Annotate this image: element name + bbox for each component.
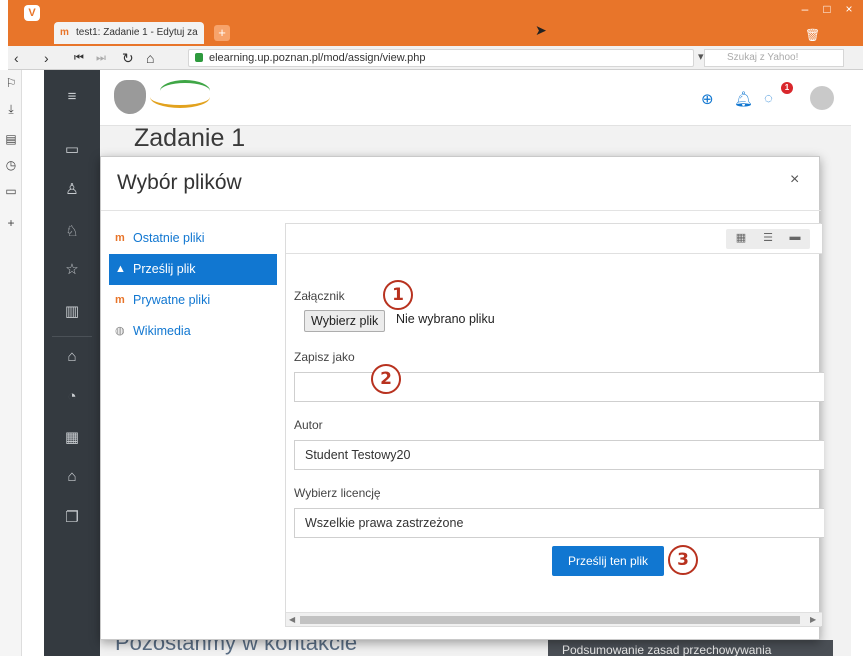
panel-gap: [22, 70, 44, 656]
search-placeholder: Szukaj z Yahoo!: [727, 52, 799, 63]
logo-swoosh-green: [160, 80, 210, 102]
moodle-icon: m: [115, 232, 125, 244]
close-window-button[interactable]: ×: [834, 0, 863, 20]
graduation-cap-icon[interactable]: ⌂: [44, 468, 100, 485]
repo-item-label: Wikimedia: [133, 324, 191, 338]
moodle-icon: m: [115, 294, 125, 306]
new-tab-button[interactable]: +: [214, 25, 230, 41]
bookmarks-panel-icon[interactable]: ⚐: [4, 76, 18, 90]
users-icon[interactable]: ♙: [44, 180, 100, 198]
add-panel-icon[interactable]: +: [4, 216, 18, 230]
history-panel-icon[interactable]: ◷: [4, 158, 18, 172]
moodle-favicon-icon: m: [60, 27, 69, 38]
rewind-icon[interactable]: ⏮: [74, 49, 84, 67]
reload-icon[interactable]: ↻: [122, 49, 134, 67]
notes-panel-icon[interactable]: ▤: [4, 132, 18, 146]
author-label: Autor: [294, 418, 323, 432]
choose-file-button[interactable]: Wybierz plik: [304, 310, 386, 332]
files-icon[interactable]: ❐: [44, 508, 100, 526]
close-dialog-button[interactable]: ×: [790, 171, 799, 189]
back-icon[interactable]: ‹: [14, 49, 19, 67]
license-select[interactable]: Wszelkie prawa zastrzeżone: [294, 508, 824, 538]
browser-titlebar: V m test1: Zadanie 1 - Edytuj za + ➤ 🗑 –…: [8, 0, 863, 46]
repo-item-upload-file[interactable]: ▲ Prześlij plik: [109, 254, 277, 285]
chat-icon[interactable]: ◌: [764, 90, 773, 107]
file-picker-dialog: Wybór plików × m Ostatnie pliki ▲ Prześl…: [100, 156, 824, 640]
moodle-sidebar: ≡ ▭ ♙ ♘ ☆ ▥ ⌂ ◔ ▦ ⌂ ❐: [44, 70, 100, 656]
author-input[interactable]: Student Testowy20: [294, 440, 824, 470]
hamburger-menu-icon[interactable]: ≡: [44, 88, 100, 105]
forward-icon[interactable]: ›: [44, 49, 49, 67]
attachment-label: Załącznik: [294, 289, 345, 303]
tab-title: test1: Zadanie 1 - Edytuj za: [76, 27, 198, 38]
annotation-badge-1: 1: [383, 280, 413, 310]
list-view-icon[interactable]: ☰: [755, 231, 781, 244]
browser-side-panel: ⚐ ⤓ ▤ ◷ ▭ +: [0, 70, 22, 656]
no-file-chosen-text: Nie wybrano pliku: [396, 312, 495, 326]
repo-item-label: Ostatnie pliki: [133, 231, 205, 245]
view-toolbar: ▦ ☰ ▬: [286, 224, 822, 254]
sidebar-divider: [52, 336, 92, 337]
moodle-header: ⊕ 🔔︎ ◌ 1: [100, 70, 863, 126]
repo-item-private-files[interactable]: m Prywatne pliki: [109, 285, 277, 316]
url-input[interactable]: elearning.up.poznan.pl/mod/assign/view.p…: [188, 49, 694, 67]
upload-icon: ▲: [115, 263, 126, 275]
annotation-badge-2: 2: [371, 364, 401, 394]
lock-icon: [195, 53, 203, 62]
scrollbar-thumb[interactable]: [300, 616, 800, 624]
university-eagle-logo[interactable]: [114, 80, 146, 114]
book-icon[interactable]: ▥: [44, 302, 100, 320]
dashboard-icon[interactable]: ◔: [44, 388, 100, 405]
footer-data-retention-link[interactable]: Podsumowanie zasad przechowywania: [548, 640, 833, 656]
page-title: Zadanie 1: [134, 124, 246, 152]
dialog-header: Wybór plików ×: [101, 157, 821, 211]
repo-item-wikimedia[interactable]: ◍ Wikimedia: [109, 316, 277, 347]
star-icon[interactable]: ☆: [44, 260, 100, 278]
window-panel-icon[interactable]: ▭: [4, 184, 18, 198]
search-input[interactable]: Szukaj z Yahoo!: [704, 49, 844, 67]
browser-tab[interactable]: m test1: Zadanie 1 - Edytuj za: [54, 22, 204, 44]
screen: V m test1: Zadanie 1 - Edytuj za + ➤ 🗑 –…: [0, 0, 863, 656]
trash-icon[interactable]: 🗑: [805, 28, 820, 42]
upload-panel: ▦ ☰ ▬ Załącznik Wybierz plik Nie wybrano…: [285, 223, 824, 627]
home-icon[interactable]: ⌂: [146, 49, 154, 67]
repository-list: m Ostatnie pliki ▲ Prześlij plik m Prywa…: [109, 223, 277, 347]
scroll-right-icon[interactable]: ▶: [810, 613, 816, 627]
horizontal-scrollbar[interactable]: ◀ ▶: [286, 612, 822, 626]
dialog-title: Wybór plików: [117, 171, 242, 194]
calendar-icon[interactable]: ▦: [44, 428, 100, 446]
save-as-label: Zapisz jako: [294, 350, 355, 364]
home-nav-icon[interactable]: ⌂: [44, 348, 100, 365]
footer-link-label: Podsumowanie zasad przechowywania: [562, 643, 772, 656]
address-toolbar: ‹ › ⏮ ⏭ ↻ ⌂ elearning.up.poznan.pl/mod/a…: [8, 46, 863, 70]
repo-item-recent-files[interactable]: m Ostatnie pliki: [109, 223, 277, 254]
wikimedia-icon: ◍: [115, 325, 125, 337]
right-edge: [851, 70, 863, 656]
bookmark-page-icon[interactable]: ▾: [698, 50, 704, 63]
grid-view-icon[interactable]: ▦: [728, 231, 754, 244]
annotation-badge-3: 3: [668, 545, 698, 575]
repo-item-label: Prześlij plik: [133, 262, 196, 276]
view-switcher: ▦ ☰ ▬: [726, 229, 810, 249]
vivaldi-menu-icon[interactable]: V: [24, 5, 40, 21]
scroll-left-icon[interactable]: ◀: [289, 613, 295, 627]
fast-forward-icon[interactable]: ⏭: [96, 49, 106, 67]
url-text: elearning.up.poznan.pl/mod/assign/view.p…: [209, 52, 426, 64]
bell-icon[interactable]: 🔔︎: [734, 90, 753, 108]
folder-icon[interactable]: ▭: [44, 140, 100, 158]
repo-item-label: Prywatne pliki: [133, 293, 211, 307]
badges-icon[interactable]: ♘: [44, 222, 100, 240]
mouse-cursor-icon: ➤: [535, 22, 547, 38]
upload-file-button[interactable]: Prześlij ten plik: [552, 546, 664, 576]
license-label: Wybierz licencję: [294, 486, 381, 500]
tree-view-icon[interactable]: ▬: [782, 231, 808, 243]
downloads-panel-icon[interactable]: ⤓: [4, 102, 18, 117]
avatar[interactable]: [810, 86, 834, 110]
notification-badge: 1: [781, 82, 793, 94]
globe-icon[interactable]: ⊕: [701, 90, 714, 108]
